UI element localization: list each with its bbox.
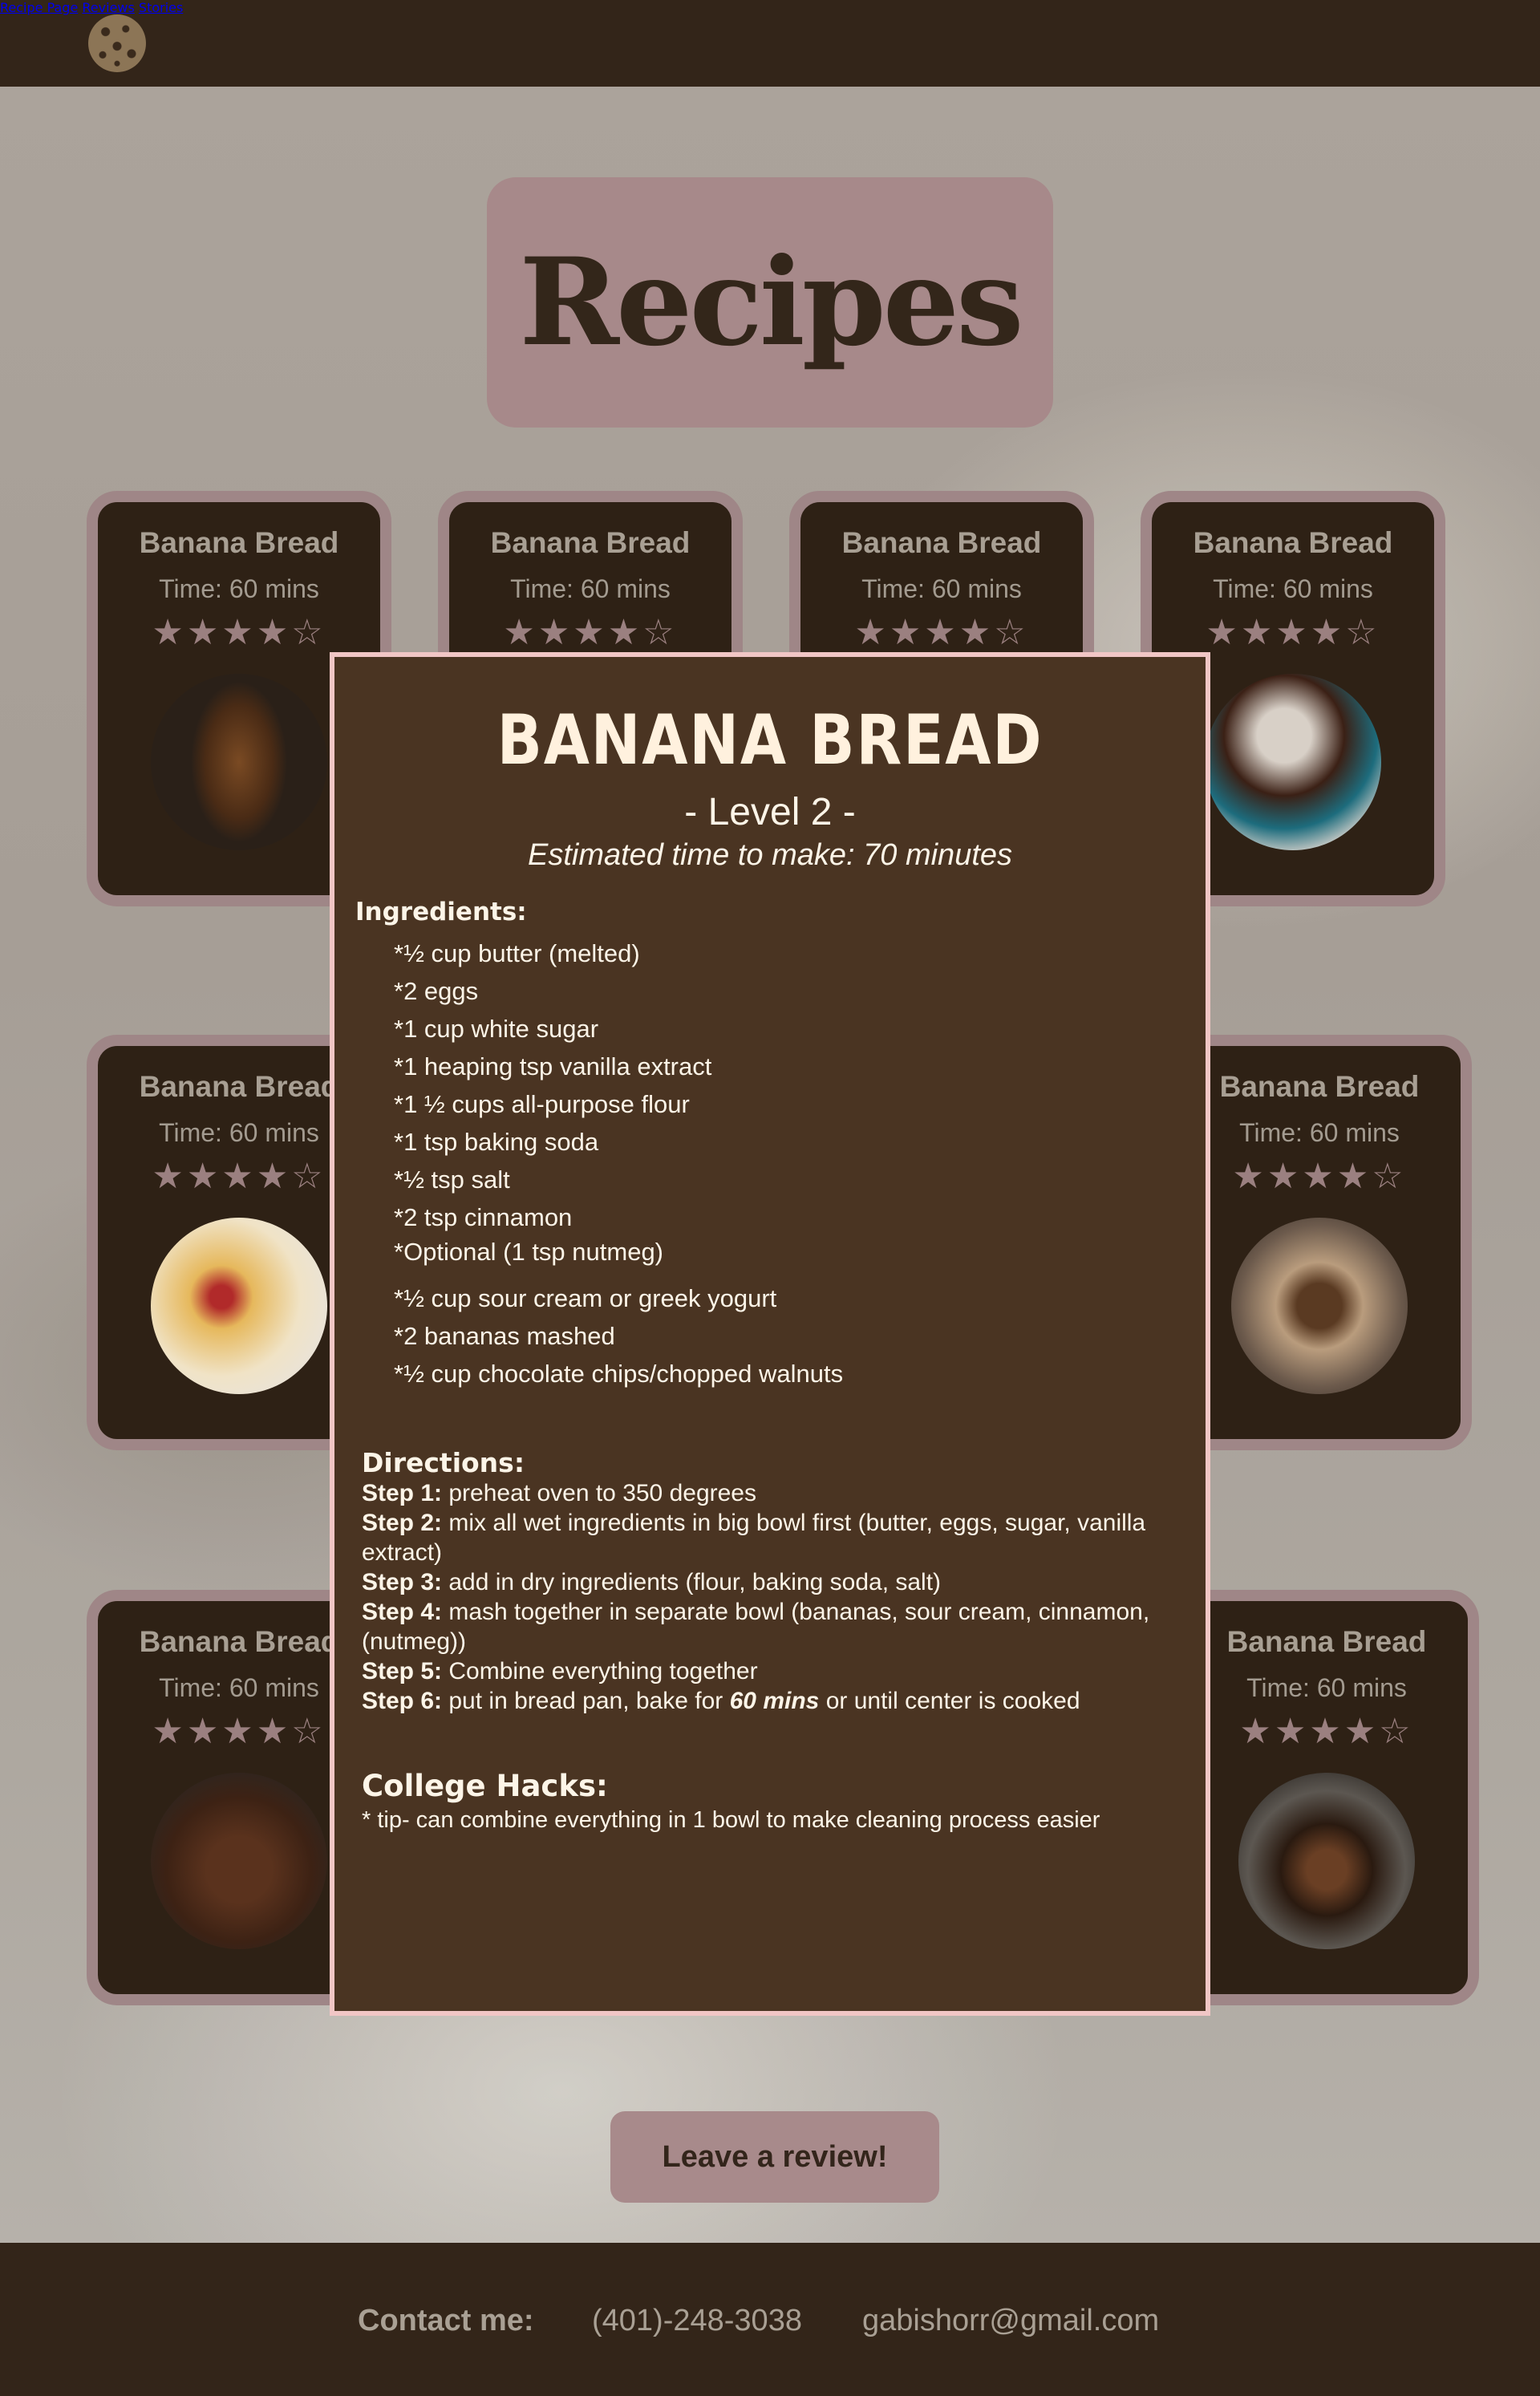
contact-phone[interactable]: (401)-248-3038 [592,2304,802,2338]
card-title: Banana Bread [139,526,339,559]
star-rating: ★★★★☆ [1206,612,1380,653]
ingredient-item: *2 bananas mashed [394,1322,615,1350]
star-rating: ★★★★☆ [503,612,678,653]
nav-reviews[interactable]: Reviews [82,0,134,15]
iced-drink-photo [1238,1773,1415,1949]
ingredient-item: *½ tsp salt [394,1166,510,1194]
directions-list: Step 1: preheat oven to 350 degrees Step… [362,1478,1172,1716]
ingredient-item: *½ cup butter (melted) [394,939,640,967]
card-time: Time: 60 mins [861,574,1022,603]
ingredient-item: *1 ½ cups all-purpose flour [394,1090,690,1118]
card-title: Banana Bread [1193,526,1393,559]
contact-label: Contact me: [358,2304,534,2337]
nav-stories[interactable]: Stories [139,0,183,15]
leave-review-button[interactable]: Leave a review! [610,2111,939,2203]
crepes-photo [151,1218,327,1394]
direction-step: Step 6: put in bread pan, bake for 60 mi… [362,1688,1080,1714]
card-time: Time: 60 mins [510,574,671,603]
card-time: Time: 60 mins [1239,1118,1400,1147]
contact-email[interactable]: gabishorr@gmail.com [862,2304,1159,2338]
ingredients-heading: Ingredients: [355,898,527,926]
recipe-card[interactable]: Banana Bread Time: 60 mins ★★★★☆ [1174,1590,1479,2005]
loaf-photo [1231,1218,1408,1394]
direction-step: Step 5: Combine everything together [362,1658,758,1684]
card-time: Time: 60 mins [1213,574,1373,603]
direction-step: Step 2: mix all wet ingredients in big b… [362,1510,1146,1566]
card-time: Time: 60 mins [159,574,319,603]
site-header: Recipe Page Reviews Stories [0,0,1540,87]
star-rating: ★★★★☆ [152,612,326,653]
direction-step: Step 1: preheat oven to 350 degrees [362,1480,756,1506]
card-title: Banana Bread [841,526,1042,559]
ingredients-list: *½ cup butter (melted) *2 eggs *1 cup wh… [394,934,843,1393]
direction-step: Step 3: add in dry ingredients (flour, b… [362,1569,942,1595]
card-title: Banana Bread [490,526,691,559]
page-title-box: Recipes [487,177,1053,428]
recipe-detail-modal: BANANA BREAD - Level 2 - Estimated time … [330,652,1210,2016]
ingredient-item: *2 tsp cinnamon [394,1203,573,1231]
nav-recipe-page[interactable]: Recipe Page [0,0,78,15]
ingredient-item: *Optional (1 tsp nutmeg) [394,1238,664,1266]
recipe-card[interactable]: Banana Bread Time: 60 mins ★★★★☆ [1167,1035,1472,1450]
ingredient-item: *1 tsp baking soda [394,1128,599,1156]
recipe-estimated-time: Estimated time to make: 70 minutes [527,838,1013,872]
ingredient-item: *1 cup white sugar [394,1015,599,1043]
mug-cake-photo [1205,674,1381,850]
star-rating: ★★★★☆ [854,612,1029,653]
ingredient-item: *½ cup sour cream or greek yogurt [394,1284,777,1312]
card-title: Banana Bread [1226,1625,1427,1658]
star-rating: ★★★★☆ [1239,1711,1414,1752]
recipe-level: - Level 2 - [684,791,856,833]
star-rating: ★★★★☆ [1232,1156,1407,1197]
directions-heading: Directions: [362,1447,525,1478]
ingredient-item: *1 heaping tsp vanilla extract [394,1052,712,1080]
site-footer: Contact me: (401)-248-3038 gabishorr@gma… [0,2243,1540,2396]
direction-step: Step 4: mash together in separate bowl (… [362,1599,1150,1655]
banana-bread-photo [151,674,327,850]
brownie-photo [151,1773,327,1949]
page-title: Recipes [519,232,1023,373]
college-hack-tip: * tip- can combine everything in 1 bowl … [362,1807,1100,1833]
ingredient-item: *½ cup chocolate chips/chopped walnuts [394,1360,844,1388]
cookie-icon[interactable] [88,14,146,72]
college-hacks-heading: College Hacks: [362,1769,608,1803]
ingredient-item: *2 eggs [394,977,479,1005]
recipe-title: BANANA BREAD [496,700,1044,780]
card-title: Banana Bread [1219,1070,1420,1103]
card-time: Time: 60 mins [1246,1673,1407,1702]
